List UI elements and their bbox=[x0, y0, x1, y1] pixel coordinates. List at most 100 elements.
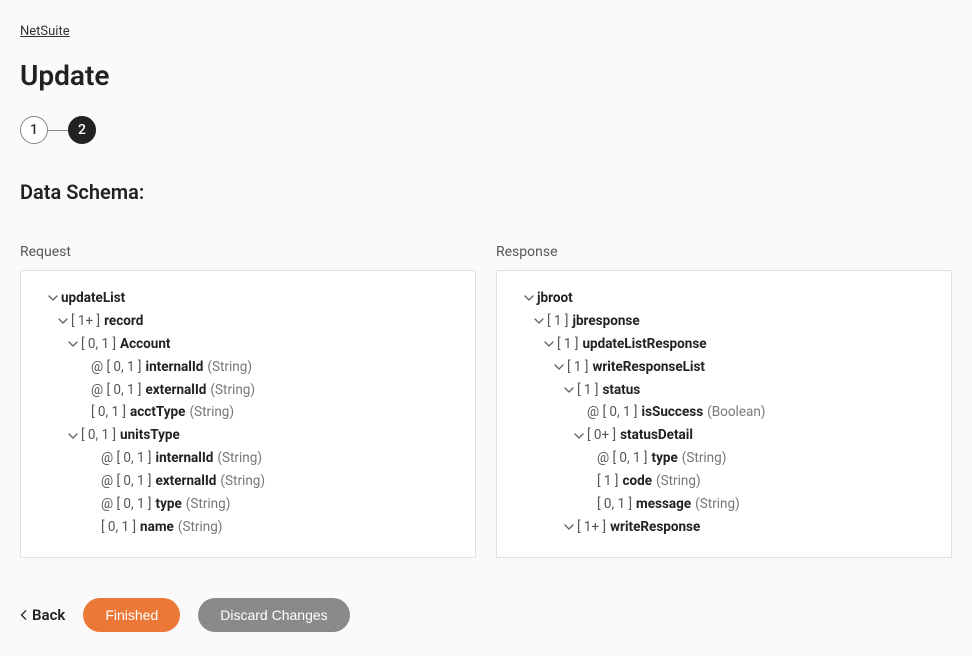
stepper: 1 2 bbox=[20, 116, 952, 144]
cardinality: @ [ 0, 1 ] bbox=[597, 449, 648, 468]
field-type: (Boolean) bbox=[707, 403, 765, 422]
request-node[interactable]: @ [ 0, 1 ] externalId(String) bbox=[33, 379, 463, 402]
request-column: Request updateList[ 1+ ] record[ 0, 1 ] … bbox=[20, 244, 476, 558]
chevron-down-icon[interactable] bbox=[55, 316, 71, 326]
step-2[interactable]: 2 bbox=[68, 116, 96, 144]
response-node[interactable]: [ 1+ ] writeResponse bbox=[509, 516, 939, 539]
field-name: writeResponse bbox=[610, 518, 700, 537]
response-node[interactable]: [ 1 ] updateListResponse bbox=[509, 333, 939, 356]
field-name: externalId bbox=[146, 381, 207, 400]
cardinality: [ 1 ] bbox=[547, 312, 568, 331]
response-label: Response bbox=[496, 244, 952, 260]
response-node[interactable]: [ 0+ ] statusDetail bbox=[509, 424, 939, 447]
cardinality: @ [ 0, 1 ] bbox=[101, 449, 152, 468]
cardinality: [ 0, 1 ] bbox=[597, 495, 632, 514]
request-node[interactable]: @ [ 0, 1 ] internalId(String) bbox=[33, 356, 463, 379]
cardinality: [ 0, 1 ] bbox=[81, 335, 116, 354]
chevron-down-icon[interactable] bbox=[521, 293, 537, 303]
response-node[interactable]: [ 1 ] code(String) bbox=[509, 470, 939, 493]
cardinality: [ 0, 1 ] bbox=[101, 518, 136, 537]
request-node[interactable]: @ [ 0, 1 ] type(String) bbox=[33, 493, 463, 516]
chevron-down-icon[interactable] bbox=[561, 385, 577, 395]
step-1[interactable]: 1 bbox=[20, 116, 48, 144]
field-type: (String) bbox=[178, 518, 223, 537]
field-name: writeResponseList bbox=[592, 358, 705, 377]
response-node[interactable]: [ 1 ] writeResponseList bbox=[509, 356, 939, 379]
cardinality: [ 1+ ] bbox=[577, 518, 606, 537]
field-type: (String) bbox=[210, 381, 255, 400]
discard-button[interactable]: Discard Changes bbox=[198, 598, 349, 632]
field-type: (String) bbox=[217, 449, 262, 468]
step-connector bbox=[48, 130, 68, 131]
chevron-down-icon[interactable] bbox=[531, 316, 547, 326]
cardinality: [ 0, 1 ] bbox=[91, 403, 126, 422]
field-type: (String) bbox=[695, 495, 740, 514]
request-label: Request bbox=[20, 244, 476, 260]
field-name: unitsType bbox=[120, 426, 180, 445]
chevron-down-icon[interactable] bbox=[551, 362, 567, 372]
cardinality: [ 1 ] bbox=[557, 335, 578, 354]
response-schema-box[interactable]: jbroot[ 1 ] jbresponse[ 1 ] updateListRe… bbox=[496, 270, 952, 558]
cardinality: @ [ 0, 1 ] bbox=[91, 358, 142, 377]
section-title: Data Schema: bbox=[20, 180, 952, 204]
breadcrumb[interactable]: NetSuite bbox=[20, 24, 70, 39]
field-name: message bbox=[636, 495, 691, 514]
chevron-left-icon bbox=[20, 606, 28, 624]
cardinality: @ [ 0, 1 ] bbox=[101, 495, 152, 514]
cardinality: [ 1 ] bbox=[567, 358, 588, 377]
cardinality: [ 1+ ] bbox=[71, 312, 100, 331]
field-name: Account bbox=[120, 335, 170, 354]
field-name: name bbox=[140, 518, 174, 537]
response-node[interactable]: [ 0, 1 ] message(String) bbox=[509, 493, 939, 516]
response-node[interactable]: jbroot bbox=[509, 287, 939, 310]
request-node[interactable]: @ [ 0, 1 ] externalId(String) bbox=[33, 470, 463, 493]
field-name: jbresponse bbox=[572, 312, 639, 331]
field-name: statusDetail bbox=[620, 426, 693, 445]
field-name: status bbox=[602, 381, 640, 400]
chevron-down-icon[interactable] bbox=[45, 293, 61, 303]
page-title: Update bbox=[20, 59, 952, 92]
cardinality: [ 1 ] bbox=[597, 472, 618, 491]
field-name: updateList bbox=[61, 289, 125, 308]
chevron-down-icon[interactable] bbox=[561, 522, 577, 532]
field-type: (String) bbox=[220, 472, 265, 491]
chevron-down-icon[interactable] bbox=[541, 339, 557, 349]
field-name: type bbox=[652, 449, 678, 468]
cardinality: @ [ 0, 1 ] bbox=[101, 472, 152, 491]
field-type: (String) bbox=[656, 472, 701, 491]
chevron-down-icon[interactable] bbox=[65, 431, 81, 441]
field-name: externalId bbox=[156, 472, 217, 491]
response-node[interactable]: [ 1 ] status bbox=[509, 379, 939, 402]
back-label: Back bbox=[32, 606, 65, 624]
request-node[interactable]: [ 0, 1 ] name(String) bbox=[33, 516, 463, 539]
field-type: (String) bbox=[682, 449, 727, 468]
cardinality: @ [ 0, 1 ] bbox=[587, 403, 638, 422]
response-node[interactable]: @ [ 0, 1 ] type(String) bbox=[509, 447, 939, 470]
finished-button[interactable]: Finished bbox=[83, 598, 180, 632]
cardinality: [ 1 ] bbox=[577, 381, 598, 400]
request-node[interactable]: [ 0, 1 ] acctType(String) bbox=[33, 401, 463, 424]
schema-row: Request updateList[ 1+ ] record[ 0, 1 ] … bbox=[20, 244, 952, 558]
field-type: (String) bbox=[189, 403, 234, 422]
response-column: Response jbroot[ 1 ] jbresponse[ 1 ] upd… bbox=[496, 244, 952, 558]
request-schema-box[interactable]: updateList[ 1+ ] record[ 0, 1 ] Account@… bbox=[20, 270, 476, 558]
field-name: acctType bbox=[130, 403, 185, 422]
cardinality: [ 0, 1 ] bbox=[81, 426, 116, 445]
response-node[interactable]: [ 1 ] jbresponse bbox=[509, 310, 939, 333]
field-name: updateListResponse bbox=[582, 335, 706, 354]
chevron-down-icon[interactable] bbox=[571, 431, 587, 441]
chevron-down-icon[interactable] bbox=[65, 339, 81, 349]
response-node[interactable]: @ [ 0, 1 ] isSuccess(Boolean) bbox=[509, 401, 939, 424]
field-name: internalId bbox=[156, 449, 214, 468]
request-node[interactable]: @ [ 0, 1 ] internalId(String) bbox=[33, 447, 463, 470]
back-button[interactable]: Back bbox=[20, 606, 65, 624]
field-name: isSuccess bbox=[642, 403, 704, 422]
cardinality: @ [ 0, 1 ] bbox=[91, 381, 142, 400]
footer: Back Finished Discard Changes bbox=[20, 598, 952, 632]
request-node[interactable]: [ 0, 1 ] unitsType bbox=[33, 424, 463, 447]
request-node[interactable]: [ 0, 1 ] Account bbox=[33, 333, 463, 356]
request-node[interactable]: updateList bbox=[33, 287, 463, 310]
request-node[interactable]: [ 1+ ] record bbox=[33, 310, 463, 333]
cardinality: [ 0+ ] bbox=[587, 426, 616, 445]
field-type: (String) bbox=[186, 495, 231, 514]
